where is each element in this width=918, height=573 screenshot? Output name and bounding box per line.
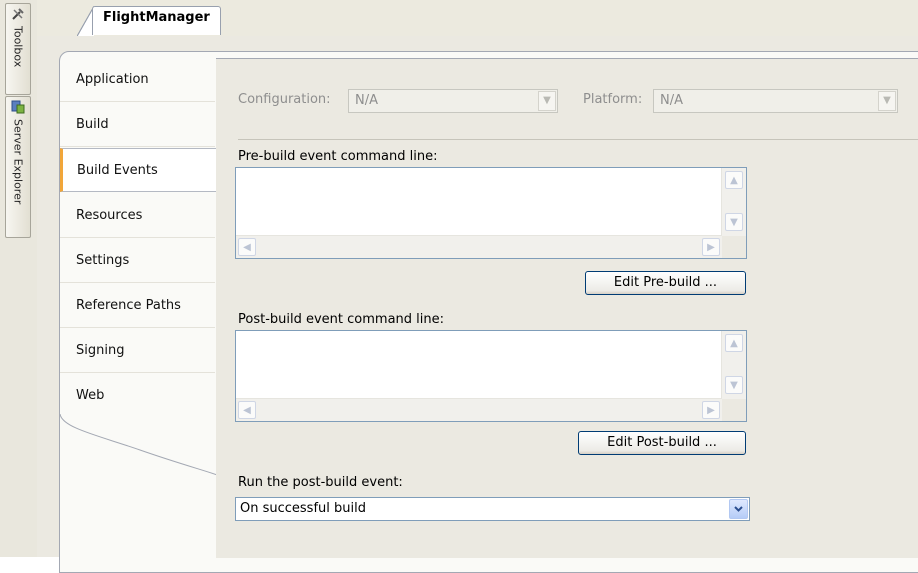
scroll-corner xyxy=(722,399,746,421)
edit-pre-build-button[interactable]: Edit Pre-build ... xyxy=(585,271,746,295)
tab-web[interactable]: Web xyxy=(60,374,215,418)
divider xyxy=(238,139,918,140)
run-post-build-value: On successful build xyxy=(240,501,366,516)
scroll-right-icon[interactable]: ▶ xyxy=(702,238,720,256)
platform-dropdown[interactable]: N/A ▼ xyxy=(653,89,898,113)
server-explorer-label: Server Explorer xyxy=(11,119,25,205)
chevron-down-icon: ▼ xyxy=(878,91,896,111)
scroll-right-icon[interactable]: ▶ xyxy=(702,401,720,419)
platform-label: Platform: xyxy=(583,92,643,107)
tab-build-events[interactable]: Build Events xyxy=(60,148,218,192)
tab-build[interactable]: Build xyxy=(60,103,215,147)
tool-window-strip: Toolbox Server Explorer xyxy=(0,0,38,557)
scroll-left-icon[interactable]: ◀ xyxy=(238,401,256,419)
scroll-up-icon[interactable]: ▲ xyxy=(725,171,743,189)
scroll-left-icon[interactable]: ◀ xyxy=(238,238,256,256)
scroll-down-icon[interactable]: ▼ xyxy=(725,213,743,231)
scroll-up-icon[interactable]: ▲ xyxy=(725,334,743,352)
tab-list-end-curve xyxy=(60,414,220,477)
run-post-build-select[interactable]: On successful build xyxy=(235,497,750,521)
document-tab-strip: FlightManager xyxy=(37,0,918,37)
chevron-down-icon: ▼ xyxy=(538,91,556,111)
post-build-command-textarea[interactable]: ▲ ▼ ◀ ▶ xyxy=(235,330,747,422)
horizontal-scrollbar[interactable]: ◀ ▶ xyxy=(236,398,722,421)
configuration-label: Configuration: xyxy=(238,92,331,107)
toolbox-tab[interactable]: Toolbox xyxy=(5,3,31,95)
pre-build-command-textarea[interactable]: ▲ ▼ ◀ ▶ xyxy=(235,167,747,259)
tab-signing[interactable]: Signing xyxy=(60,329,215,373)
configuration-value: N/A xyxy=(355,93,378,108)
toolbox-label: Toolbox xyxy=(11,26,25,68)
scroll-down-icon[interactable]: ▼ xyxy=(725,376,743,394)
server-explorer-icon xyxy=(11,100,25,117)
edit-post-build-button[interactable]: Edit Post-build ... xyxy=(578,431,746,455)
toolbox-icon xyxy=(11,7,25,24)
server-explorer-tab[interactable]: Server Explorer xyxy=(5,96,31,238)
tab-resources[interactable]: Resources xyxy=(60,194,215,238)
horizontal-scrollbar[interactable]: ◀ ▶ xyxy=(236,235,722,258)
vertical-scrollbar[interactable]: ▲ ▼ xyxy=(721,331,746,399)
tab-settings[interactable]: Settings xyxy=(60,239,215,283)
post-build-label: Post-build event command line: xyxy=(238,312,445,327)
platform-value: N/A xyxy=(660,93,683,108)
run-post-build-label: Run the post-build event: xyxy=(238,475,403,490)
pre-build-label: Pre-build event command line: xyxy=(238,149,438,164)
tab-reference-paths[interactable]: Reference Paths xyxy=(60,284,215,328)
scroll-corner xyxy=(722,236,746,258)
configuration-dropdown[interactable]: N/A ▼ xyxy=(348,89,558,113)
chevron-down-icon[interactable] xyxy=(729,499,748,519)
build-events-page: Configuration: N/A ▼ Platform: N/A ▼ Pre… xyxy=(216,58,918,558)
vertical-scrollbar[interactable]: ▲ ▼ xyxy=(721,168,746,236)
document-tab-flightmanager[interactable]: FlightManager xyxy=(92,6,221,35)
tab-application[interactable]: Application xyxy=(60,58,215,102)
